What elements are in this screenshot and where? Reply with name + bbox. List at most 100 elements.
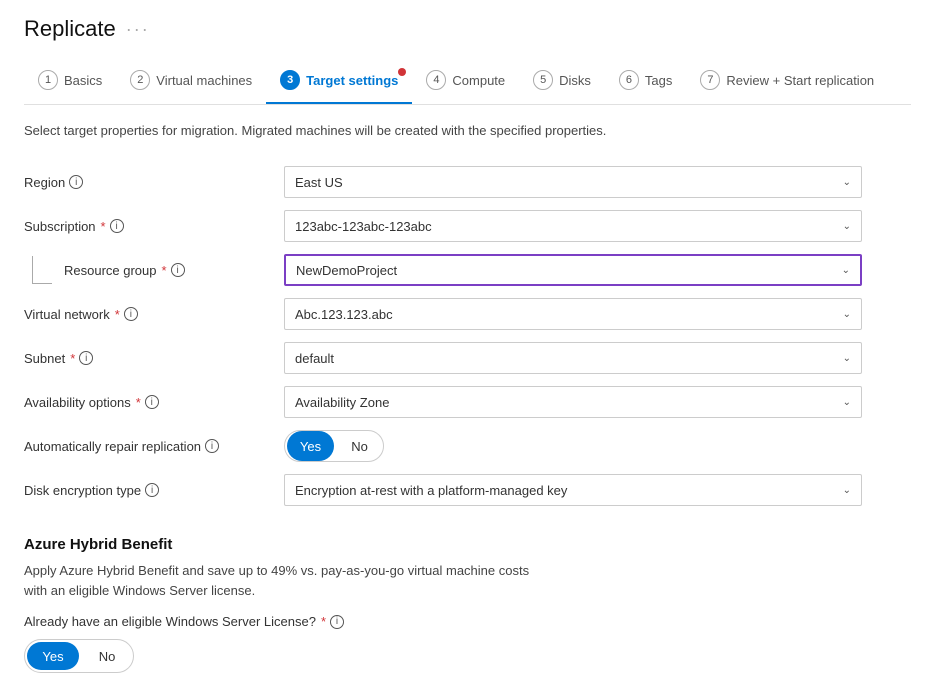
subnet-info-icon[interactable]: i <box>79 351 93 365</box>
avail-chevron-icon: ⌄ <box>843 397 851 408</box>
field-resource-group: Resource group * i NewDemoProject ⌄ <box>24 248 911 292</box>
hybrid-title: Azure Hybrid Benefit <box>24 536 911 553</box>
vnet-info-icon[interactable]: i <box>124 307 138 321</box>
step-ts-dot <box>398 68 406 76</box>
vnet-select[interactable]: Abc.123.123.abc ⌄ <box>284 298 862 330</box>
vnet-required: * <box>115 307 120 322</box>
step-tags[interactable]: 6 Tags <box>605 60 686 104</box>
region-chevron-icon: ⌄ <box>843 177 851 188</box>
page-title-dots: ··· <box>126 19 150 40</box>
vnet-value: Abc.123.123.abc <box>295 307 393 322</box>
subnet-label: Subnet <box>24 351 65 366</box>
rg-info-icon[interactable]: i <box>171 263 185 277</box>
step-compute[interactable]: 4 Compute <box>412 60 519 104</box>
hybrid-yes[interactable]: Yes <box>27 642 79 670</box>
rg-label-col: Resource group * i <box>24 256 284 284</box>
page-title-row: Replicate ··· <box>24 16 911 42</box>
step-review[interactable]: 7 Review + Start replication <box>686 60 888 104</box>
region-select[interactable]: East US ⌄ <box>284 166 862 198</box>
auto-repair-no[interactable]: No <box>336 431 383 461</box>
subscription-select[interactable]: 123abc-123abc-123abc ⌄ <box>284 210 862 242</box>
step-review-label: Review + Start replication <box>726 73 874 88</box>
hybrid-question-row: Already have an eligible Windows Server … <box>24 614 911 629</box>
subscription-label: Subscription <box>24 219 96 234</box>
step-ts-circle: 3 <box>280 70 300 90</box>
rg-required: * <box>162 263 167 278</box>
subnet-value: default <box>295 351 334 366</box>
avail-select[interactable]: Availability Zone ⌄ <box>284 386 862 418</box>
vnet-label: Virtual network <box>24 307 110 322</box>
hybrid-toggle[interactable]: Yes No <box>24 639 134 673</box>
field-subscription: Subscription * i 123abc-123abc-123abc ⌄ <box>24 204 911 248</box>
wizard-steps: 1 Basics 2 Virtual machines 3 Target set… <box>24 60 911 105</box>
subnet-chevron-icon: ⌄ <box>843 353 851 364</box>
disk-enc-value: Encryption at-rest with a platform-manag… <box>295 483 567 498</box>
disk-enc-select[interactable]: Encryption at-rest with a platform-manag… <box>284 474 862 506</box>
hybrid-required: * <box>321 614 326 629</box>
rg-label: Resource group <box>64 263 157 278</box>
subnet-select[interactable]: default ⌄ <box>284 342 862 374</box>
rg-value: NewDemoProject <box>296 263 397 278</box>
step-ts-label: Target settings <box>306 73 398 88</box>
avail-label-col: Availability options * i <box>24 395 284 410</box>
field-disk-encryption: Disk encryption type i Encryption at-res… <box>24 468 911 512</box>
auto-repair-yes[interactable]: Yes <box>287 431 334 461</box>
vnet-chevron-icon: ⌄ <box>843 309 851 320</box>
step-compute-label: Compute <box>452 73 505 88</box>
subscription-value: 123abc-123abc-123abc <box>295 219 432 234</box>
field-region: Region i East US ⌄ <box>24 160 911 204</box>
avail-info-icon[interactable]: i <box>145 395 159 409</box>
auto-repair-label-col: Automatically repair replication i <box>24 439 284 454</box>
avail-required: * <box>136 395 141 410</box>
hybrid-info-icon[interactable]: i <box>330 615 344 629</box>
step-basics-label: Basics <box>64 73 102 88</box>
field-availability: Availability options * i Availability Zo… <box>24 380 911 424</box>
step-target-settings[interactable]: 3 Target settings <box>266 60 412 104</box>
form-description: Select target properties for migration. … <box>24 123 911 138</box>
disk-enc-chevron-icon: ⌄ <box>843 485 851 496</box>
rg-chevron-icon: ⌄ <box>842 265 850 276</box>
subnet-control: default ⌄ <box>284 342 911 374</box>
hybrid-desc: Apply Azure Hybrid Benefit and save up t… <box>24 561 911 600</box>
vnet-control: Abc.123.123.abc ⌄ <box>284 298 911 330</box>
rg-select[interactable]: NewDemoProject ⌄ <box>284 254 862 286</box>
avail-value: Availability Zone <box>295 395 389 410</box>
subscription-label-col: Subscription * i <box>24 219 284 234</box>
step-disks[interactable]: 5 Disks <box>519 60 605 104</box>
auto-repair-no-label: No <box>351 439 368 454</box>
form-section: Region i East US ⌄ Subscription * i 123a… <box>24 160 911 512</box>
disk-enc-info-icon[interactable]: i <box>145 483 159 497</box>
hybrid-section: Azure Hybrid Benefit Apply Azure Hybrid … <box>24 536 911 673</box>
disk-enc-control: Encryption at-rest with a platform-manag… <box>284 474 911 506</box>
region-control: East US ⌄ <box>284 166 911 198</box>
step-review-circle: 7 <box>700 70 720 90</box>
hybrid-no-label: No <box>99 649 116 664</box>
region-label-col: Region i <box>24 175 284 190</box>
subnet-label-col: Subnet * i <box>24 351 284 366</box>
auto-repair-toggle[interactable]: Yes No <box>284 430 384 462</box>
step-basics[interactable]: 1 Basics <box>24 60 116 104</box>
rg-connector <box>32 256 52 284</box>
auto-repair-info-icon[interactable]: i <box>205 439 219 453</box>
hybrid-question-text: Already have an eligible Windows Server … <box>24 614 316 629</box>
step-compute-circle: 4 <box>426 70 446 90</box>
subnet-required: * <box>70 351 75 366</box>
avail-control: Availability Zone ⌄ <box>284 386 911 418</box>
disk-enc-label: Disk encryption type <box>24 483 141 498</box>
vnet-label-col: Virtual network * i <box>24 307 284 322</box>
auto-repair-control: Yes No <box>284 430 911 462</box>
field-subnet: Subnet * i default ⌄ <box>24 336 911 380</box>
field-virtual-network: Virtual network * i Abc.123.123.abc ⌄ <box>24 292 911 336</box>
step-virtual-machines[interactable]: 2 Virtual machines <box>116 60 266 104</box>
page-container: Replicate ··· 1 Basics 2 Virtual machine… <box>0 0 935 689</box>
subscription-info-icon[interactable]: i <box>110 219 124 233</box>
region-value: East US <box>295 175 343 190</box>
avail-label: Availability options <box>24 395 131 410</box>
auto-repair-yes-label: Yes <box>300 439 321 454</box>
subscription-chevron-icon: ⌄ <box>843 221 851 232</box>
hybrid-no[interactable]: No <box>81 640 133 672</box>
subscription-control: 123abc-123abc-123abc ⌄ <box>284 210 911 242</box>
step-disks-label: Disks <box>559 73 591 88</box>
region-label: Region <box>24 175 65 190</box>
region-info-icon[interactable]: i <box>69 175 83 189</box>
